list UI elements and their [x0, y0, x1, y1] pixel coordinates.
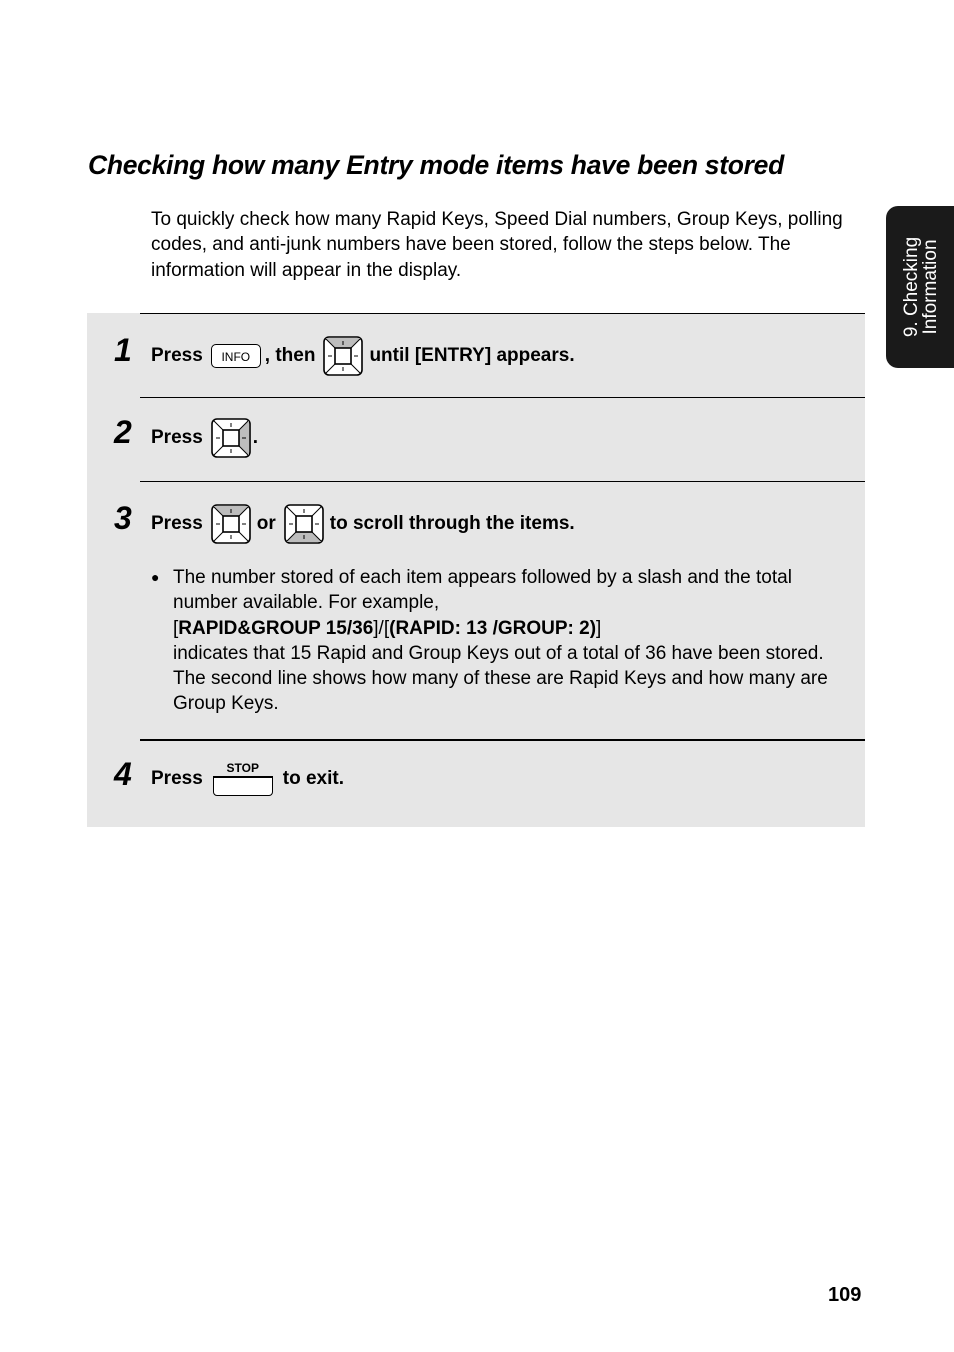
chapter-tab-line1: 9. Checking — [901, 236, 922, 338]
step-2-rest: . — [252, 427, 259, 448]
intro-paragraph: To quickly check how many Rapid Keys, Sp… — [151, 209, 843, 281]
example-separator: ]/[ — [373, 617, 390, 639]
step-3-or: or — [256, 513, 276, 534]
stop-key-label: STOP — [226, 761, 260, 775]
page-title: Checking how many Entry mode items have … — [88, 150, 784, 180]
step-number-4: 4 — [114, 756, 132, 792]
step-1-rest: until [ENTRY] appears. — [369, 345, 575, 366]
divider — [140, 739, 865, 741]
bullet-icon: ● — [151, 569, 160, 585]
example-bracket: ] — [596, 617, 602, 639]
nav-key-up-icon — [210, 504, 251, 544]
step-4-press: Press — [151, 768, 203, 789]
divider — [140, 313, 865, 314]
step-1-then: , then — [264, 345, 316, 366]
nav-key-right-icon — [210, 418, 251, 458]
step-number-3: 3 — [114, 500, 132, 536]
step-4-rest: to exit. — [282, 768, 345, 789]
stop-key-icon: STOP — [212, 761, 273, 796]
nav-key-up-icon — [323, 336, 364, 376]
step-3-note: ● The number stored of each item appears… — [151, 565, 851, 717]
step-4: Press STOP to exit. — [151, 762, 344, 796]
step-3-rest: to scroll through the items. — [329, 513, 575, 534]
step-number-2: 2 — [114, 414, 132, 450]
step-1: Press INFO , then until [ENTRY] appears. — [151, 336, 575, 376]
stop-key-box — [212, 776, 273, 796]
chapter-tab-line2: Information — [920, 239, 941, 335]
divider — [140, 481, 865, 482]
info-key-icon: INFO — [210, 344, 261, 368]
divider — [140, 397, 865, 398]
step-1-press: Press — [151, 345, 203, 366]
step-number-1: 1 — [114, 332, 132, 368]
step-3: Press or to scroll through the items. — [151, 504, 575, 544]
nav-key-down-icon — [283, 504, 324, 544]
note-line-1: The number stored of each item appears f… — [173, 567, 792, 614]
page-number: 109 — [828, 1284, 862, 1306]
step-3-press: Press — [151, 513, 203, 534]
step-2: Press . — [151, 418, 258, 458]
note-line-2: indicates that 15 Rapid and Group Keys o… — [173, 642, 828, 715]
steps-panel: 1 Press INFO , then until [ENTRY] appear… — [87, 313, 865, 827]
display-example: [RAPID&GROUP 15/36]/[(RAPID: 13 /GROUP: … — [173, 616, 851, 641]
example-line-2: (RAPID: 13 /GROUP: 2) — [389, 617, 597, 639]
chapter-tab: 9. Checking Information — [886, 206, 954, 368]
step-2-press: Press — [151, 427, 203, 448]
example-line-1: RAPID&GROUP 15/36 — [178, 617, 374, 639]
